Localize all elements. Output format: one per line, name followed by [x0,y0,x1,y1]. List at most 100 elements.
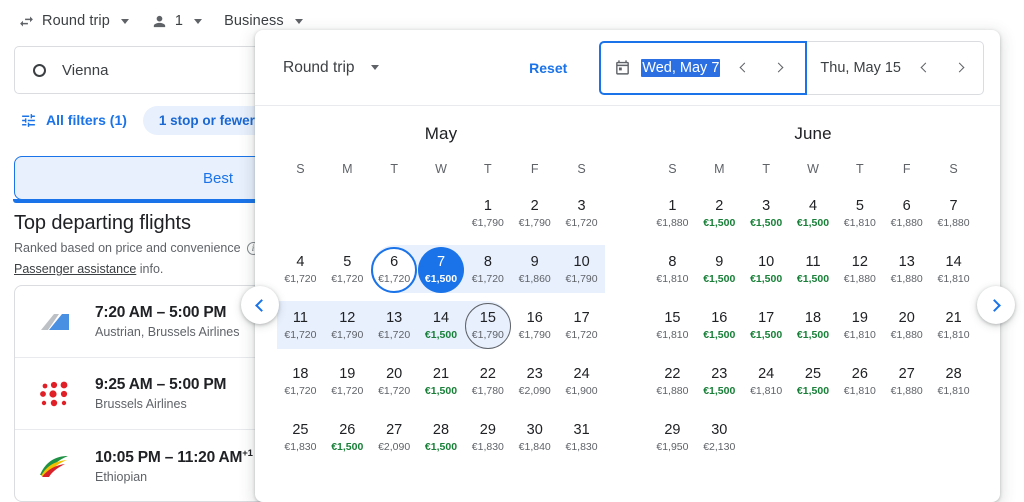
calendar-day-cell[interactable]: 3 €1,720 [558,190,605,238]
calendar-day-cell[interactable]: 17 €1,500 [743,302,790,350]
calendar-day-cell[interactable]: 26 €1,500 [324,414,371,462]
calendar-day-cell[interactable]: 27 €2,090 [371,414,418,462]
return-next-day-button[interactable] [947,55,973,81]
return-date-field[interactable]: Thu, May 15 [806,40,984,95]
calendar-day-cell[interactable]: 30 €1,840 [511,414,558,462]
calendar-day-cell[interactable]: 5 €1,720 [324,246,371,294]
day-price: €1,500 [750,328,783,341]
calendar-day-cell[interactable]: 28 €1,500 [418,414,465,462]
day-number: 20 [386,365,403,382]
calendar-day-cell[interactable]: 19 €1,810 [836,302,883,350]
calendar-day-cell[interactable]: 6 €1,720 [371,246,418,294]
day-number: 11 [292,309,308,326]
calendar-day-cell[interactable]: 16 €1,500 [696,302,743,350]
calendar-day-cell[interactable]: 23 €1,500 [696,358,743,406]
calendar-day-cell[interactable]: 13 €1,720 [371,302,418,350]
calendar-day-cell[interactable]: 9 €1,500 [696,246,743,294]
calendar-day-cell[interactable]: 10 €1,500 [743,246,790,294]
calendar-day-cell[interactable]: 2 €1,500 [696,190,743,238]
day-price: €1,500 [796,384,830,397]
calendar-day-cell[interactable]: 1 €1,790 [464,190,511,238]
calendar-day-cell[interactable]: 28 €1,810 [930,358,977,406]
calendar-day-cell[interactable]: 21 €1,500 [418,358,465,406]
day-price: €1,810 [937,384,970,397]
day-number: 17 [758,309,775,326]
calendar-day-cell[interactable]: 11 €1,720 [277,302,324,350]
day-price: €1,720 [284,272,317,285]
calendar-day-cell[interactable]: 15 €1,810 [649,302,696,350]
calendar-day-cell[interactable]: 30 €2,130 [696,414,743,462]
calendar-day-cell[interactable]: 14 €1,500 [418,302,465,350]
calendar-day-cell[interactable]: 26 €1,810 [836,358,883,406]
calendar-day-cell[interactable]: 11 €1,500 [790,246,837,294]
departure-prev-day-button[interactable] [730,55,756,81]
all-filters-button[interactable]: All filters (1) [14,108,133,133]
day-price: €1,880 [656,216,689,229]
day-price: €1,830 [565,440,598,453]
calendar-empty-cell [277,190,324,238]
calendar-day-cell[interactable]: 8 €1,720 [464,246,511,294]
calendar-day-cell[interactable]: 21 €1,810 [930,302,977,350]
dialog-trip-type-selector[interactable]: Round trip [283,59,379,77]
departure-next-day-button[interactable] [766,55,792,81]
reset-button[interactable]: Reset [519,54,577,82]
passenger-assistance-link[interactable]: Passenger assistance [14,262,136,276]
return-prev-day-button[interactable] [911,55,937,81]
calendar-day-cell[interactable]: 29 €1,830 [464,414,511,462]
day-number: 7 [949,197,958,214]
day-number: 28 [432,421,450,438]
previous-months-button[interactable] [241,286,279,324]
calendar-day-cell[interactable]: 8 €1,810 [649,246,696,294]
day-price: €1,880 [843,272,876,285]
calendar-day-cell[interactable]: 4 €1,720 [277,246,324,294]
trip-type-selector[interactable]: Round trip [18,13,129,30]
calendar-day-cell[interactable]: 3 €1,500 [743,190,790,238]
calendar-day-cell[interactable]: 10 €1,790 [558,246,605,294]
calendar-day-cell[interactable]: 20 €1,880 [883,302,930,350]
filter-chip-stops[interactable]: 1 stop or fewer [142,105,271,135]
day-price: €1,880 [890,272,923,285]
cabin-class-selector[interactable]: Business [224,13,303,29]
calendar-day-cell[interactable]: 6 €1,880 [883,190,930,238]
calendar-day-cell[interactable]: 7 €1,500 [417,246,465,294]
calendar-day-cell[interactable]: 18 €1,500 [790,302,837,350]
calendar-day-cell[interactable]: 14 €1,810 [930,246,977,294]
calendar-day-cell[interactable]: 29 €1,950 [649,414,696,462]
calendar-empty-cell [836,414,883,462]
calendar-day-cell[interactable]: 7 €1,880 [930,190,977,238]
calendar-day-cell[interactable]: 9 €1,860 [511,246,558,294]
filter-sliders-icon [20,112,37,129]
calendar-day-cell[interactable]: 25 €1,500 [790,358,837,406]
calendar-day-cell[interactable]: 31 €1,830 [558,414,605,462]
calendar-day-cell[interactable]: 2 €1,790 [511,190,558,238]
calendar-day-cell[interactable]: 22 €1,780 [464,358,511,406]
calendar-day-cell[interactable]: 20 €1,720 [371,358,418,406]
calendar-day-cell[interactable]: 22 €1,880 [649,358,696,406]
calendar-day-cell[interactable]: 5 €1,810 [836,190,883,238]
calendar-day-cell[interactable]: 23 €2,090 [511,358,558,406]
calendar-day-cell[interactable]: 19 €1,720 [324,358,371,406]
calendar-day-cell[interactable]: 12 €1,790 [324,302,371,350]
day-price: €1,720 [565,328,598,341]
calendar-day-cell[interactable]: 16 €1,790 [511,302,558,350]
calendar-day-cell[interactable]: 1 €1,880 [649,190,696,238]
calendar-day-cell[interactable]: 17 €1,720 [558,302,605,350]
passenger-selector[interactable]: 1 [151,13,203,30]
day-number: 16 [526,309,543,326]
calendar-day-cell[interactable]: 24 €1,900 [558,358,605,406]
calendar-day-cell[interactable]: 15 €1,790 [464,302,511,350]
calendar-day-cell[interactable]: 13 €1,880 [883,246,930,294]
calendar-day-cell[interactable]: 12 €1,880 [836,246,883,294]
calendar-day-cell[interactable]: 4 €1,500 [790,190,837,238]
calendar-day-cell[interactable]: 24 €1,810 [743,358,790,406]
weekday-label: T [484,162,492,176]
calendar-day-cell[interactable]: 27 €1,880 [883,358,930,406]
calendar-day-cell[interactable]: 25 €1,830 [277,414,324,462]
calendar-day-cell[interactable]: 18 €1,720 [277,358,324,406]
day-price: €1,500 [424,328,458,341]
day-number: 1 [483,197,492,214]
departure-date-field[interactable]: Wed, May 7 [599,40,808,95]
calendar-empty-cell [790,414,837,462]
next-months-button[interactable] [977,286,1015,324]
day-price: €1,720 [331,384,364,397]
